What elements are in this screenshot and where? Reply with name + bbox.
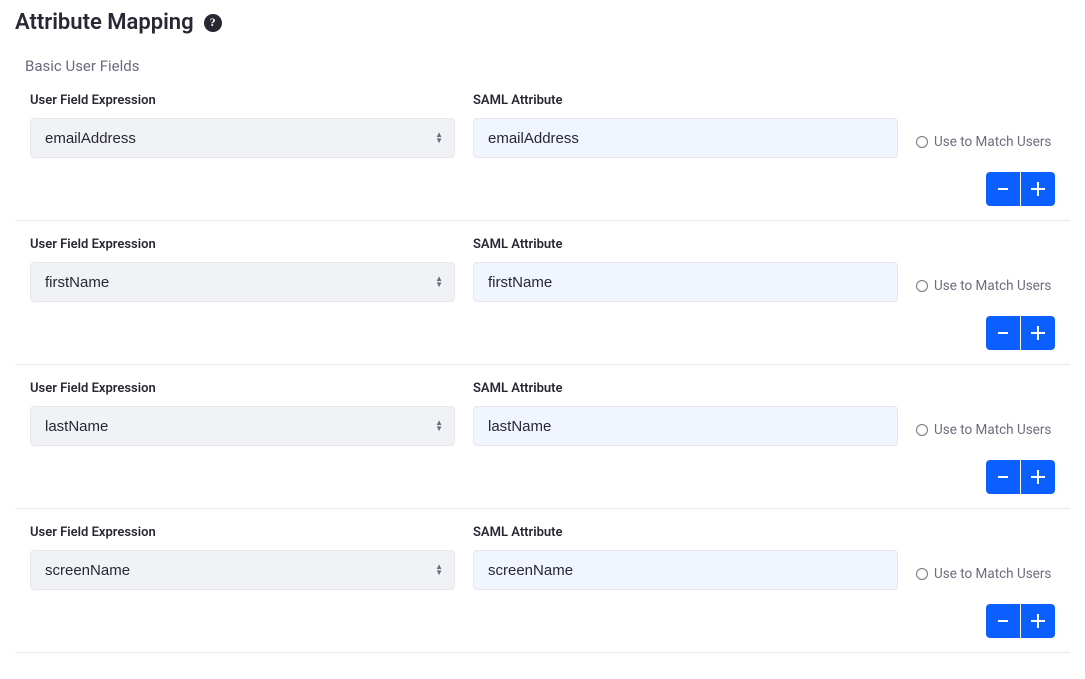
saml-label: SAML Attribute <box>473 237 898 252</box>
saml-input[interactable] <box>473 118 898 158</box>
row-button-group <box>986 172 1055 206</box>
saml-input[interactable] <box>473 262 898 302</box>
add-row-button[interactable] <box>1021 172 1055 206</box>
saml-label: SAML Attribute <box>473 525 898 540</box>
remove-row-button[interactable] <box>986 460 1020 494</box>
section-label: Basic User Fields <box>25 57 1070 75</box>
match-label: Use to Match Users <box>934 566 1051 582</box>
match-label: Use to Match Users <box>934 422 1051 438</box>
remove-row-button[interactable] <box>986 172 1020 206</box>
page-title: Attribute Mapping <box>15 10 194 35</box>
minus-icon <box>998 620 1008 622</box>
add-row-button[interactable] <box>1021 460 1055 494</box>
plus-icon <box>1031 326 1045 340</box>
ufe-label: User Field Expression <box>30 93 455 108</box>
row-button-group <box>986 316 1055 350</box>
match-label: Use to Match Users <box>934 134 1051 150</box>
saml-label: SAML Attribute <box>473 381 898 396</box>
match-radio[interactable] <box>916 280 928 292</box>
mapping-row: User Field Expression emailAddress ▲▼ SA… <box>15 93 1070 221</box>
remove-row-button[interactable] <box>986 316 1020 350</box>
page-header: Attribute Mapping ? <box>15 10 1070 35</box>
saml-input[interactable] <box>473 406 898 446</box>
add-row-button[interactable] <box>1021 316 1055 350</box>
ufe-select[interactable]: emailAddress <box>30 118 455 158</box>
ufe-label: User Field Expression <box>30 525 455 540</box>
match-radio[interactable] <box>916 136 928 148</box>
saml-label: SAML Attribute <box>473 93 898 108</box>
add-row-button[interactable] <box>1021 604 1055 638</box>
row-button-group <box>986 604 1055 638</box>
ufe-select[interactable]: screenName <box>30 550 455 590</box>
ufe-label: User Field Expression <box>30 237 455 252</box>
saml-input[interactable] <box>473 550 898 590</box>
ufe-select[interactable]: firstName <box>30 262 455 302</box>
minus-icon <box>998 332 1008 334</box>
mapping-row: User Field Expression screenName ▲▼ SAML… <box>15 525 1070 653</box>
row-button-group <box>986 460 1055 494</box>
plus-icon <box>1031 614 1045 628</box>
help-icon[interactable]: ? <box>204 14 222 32</box>
plus-icon <box>1031 470 1045 484</box>
ufe-label: User Field Expression <box>30 381 455 396</box>
match-radio[interactable] <box>916 424 928 436</box>
plus-icon <box>1031 182 1045 196</box>
remove-row-button[interactable] <box>986 604 1020 638</box>
mapping-row: User Field Expression lastName ▲▼ SAML A… <box>15 381 1070 509</box>
minus-icon <box>998 188 1008 190</box>
mapping-row: User Field Expression firstName ▲▼ SAML … <box>15 237 1070 365</box>
ufe-select[interactable]: lastName <box>30 406 455 446</box>
match-radio[interactable] <box>916 568 928 580</box>
match-label: Use to Match Users <box>934 278 1051 294</box>
minus-icon <box>998 476 1008 478</box>
